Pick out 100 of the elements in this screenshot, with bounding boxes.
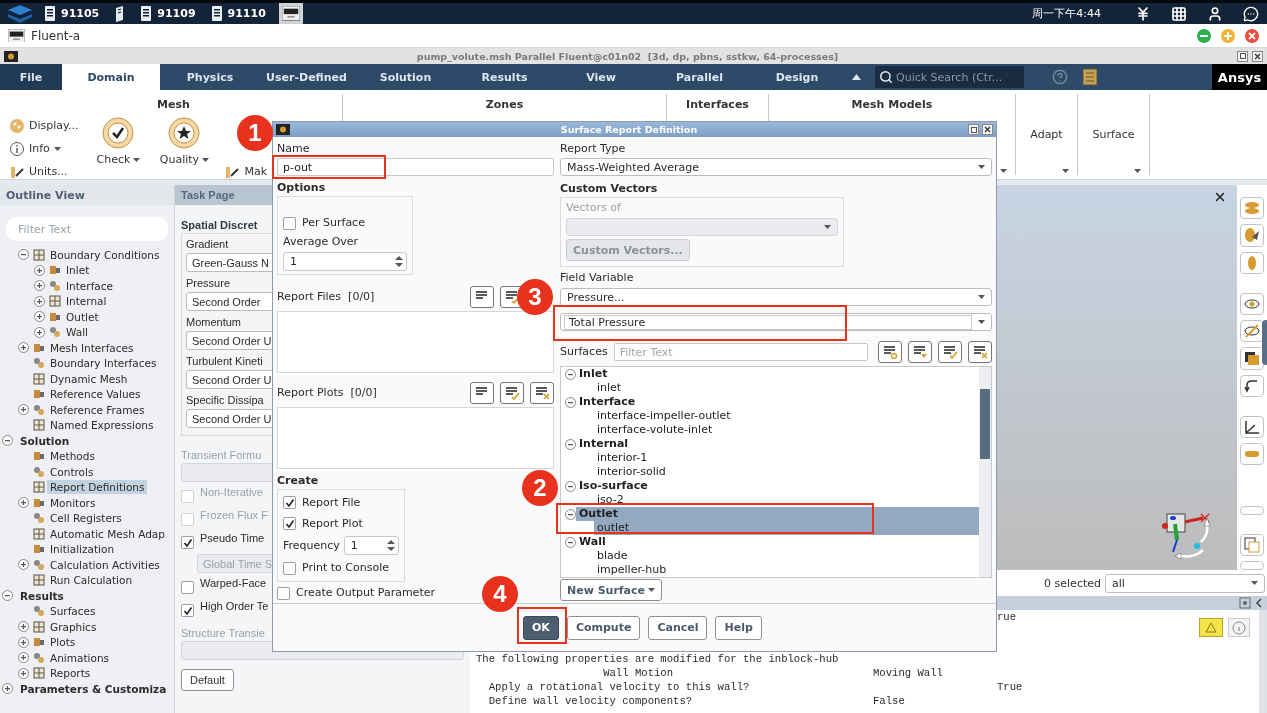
expand-icon[interactable]	[18, 636, 29, 648]
tree-item[interactable]: Reference Frames	[47, 402, 148, 417]
dropdown[interactable]: all	[1105, 573, 1265, 593]
tree-item[interactable]: Wall	[63, 325, 91, 340]
close-icon[interactable]	[1213, 190, 1227, 204]
checkbox[interactable]	[181, 536, 194, 549]
restore-button[interactable]	[1237, 50, 1248, 62]
toolbar-button[interactable]	[1240, 415, 1264, 438]
tree-item[interactable]: Solution	[17, 433, 73, 448]
spin-field[interactable]: 1	[343, 536, 399, 555]
tree-item[interactable]: Methods	[47, 449, 98, 464]
tree-item[interactable]: Animations	[47, 650, 112, 665]
list-action-button[interactable]	[938, 341, 962, 363]
chevron-left-icon[interactable]	[1255, 598, 1263, 608]
expand-icon[interactable]	[2, 683, 13, 695]
tree-item[interactable]: Report Definitions	[47, 480, 148, 495]
tree-item[interactable]: Run Calculation	[47, 573, 136, 588]
expand-icon[interactable]	[18, 404, 29, 416]
list-action-button[interactable]	[470, 286, 494, 308]
grid-icon[interactable]	[1171, 5, 1187, 22]
checkbox[interactable]	[283, 561, 296, 575]
taskbar-item[interactable]: 91109	[138, 3, 199, 24]
tree-item[interactable]: Mesh Interfaces	[47, 340, 137, 355]
ribbon-button[interactable]: Adapt	[1030, 128, 1063, 141]
name-field[interactable]: p-out	[277, 158, 554, 176]
dialog-button[interactable]: Compute	[566, 615, 641, 640]
tree-item[interactable]: Internal	[63, 294, 110, 309]
tree-item[interactable]: Initialization	[47, 542, 118, 557]
expand-icon[interactable]	[34, 295, 45, 307]
list-action-button[interactable]	[470, 382, 494, 404]
ribbon-button[interactable]: Quality	[158, 117, 211, 180]
taskbar-item[interactable]	[278, 3, 303, 24]
taskbar-item[interactable]: 91105	[42, 3, 103, 24]
search-field[interactable]: Quick Search (Ctr...	[875, 66, 1024, 88]
ribbon-button[interactable]: Display...	[9, 117, 79, 134]
expand-icon[interactable]	[34, 280, 45, 292]
surface-group[interactable]: Inlet	[576, 367, 979, 381]
tree-item[interactable]: Calculation Activities	[47, 557, 163, 572]
expand-icon[interactable]	[18, 667, 29, 679]
dialog-button[interactable]: OK	[523, 615, 559, 640]
gear-icon[interactable]	[1239, 597, 1251, 609]
checkbox[interactable]	[283, 496, 296, 509]
checkbox[interactable]	[283, 517, 296, 530]
surface-item[interactable]: interface-volute-inlet	[594, 423, 979, 437]
surface-group[interactable]: Internal	[576, 437, 979, 451]
ribbon-button[interactable]: Surface	[1092, 128, 1135, 141]
surface-group[interactable]: Iso-surface	[576, 479, 979, 493]
taskbar-item[interactable]: 91110	[208, 3, 269, 24]
tree-item[interactable]: Cell Registers	[47, 511, 125, 526]
ribbon-tab[interactable]: Solution	[353, 64, 458, 90]
toolbar-button[interactable]	[1240, 347, 1264, 370]
dropdown[interactable]: Total Pressure	[560, 313, 992, 331]
expand-icon[interactable]	[18, 559, 29, 571]
ribbon-tab[interactable]: File	[0, 64, 62, 90]
surface-item[interactable]: interior-solid	[594, 465, 979, 479]
list-action-button[interactable]	[530, 382, 554, 404]
expand-icon[interactable]	[34, 326, 45, 338]
expand-icon[interactable]	[18, 497, 29, 509]
list-action-button[interactable]	[908, 341, 932, 363]
dropdown[interactable]: Mass-Weighted Average	[560, 158, 992, 176]
ribbon-button[interactable]: Check	[92, 117, 145, 180]
collapse-icon[interactable]	[2, 590, 13, 602]
tree-item[interactable]: Plots	[47, 635, 79, 650]
tree-item[interactable]: Results	[17, 588, 67, 603]
tree-item[interactable]: Boundary Interfaces	[47, 356, 160, 371]
ribbon-button[interactable]: Info	[9, 140, 79, 157]
collapse-icon[interactable]	[565, 396, 576, 408]
tree-item[interactable]: Surfaces	[47, 604, 99, 619]
user-icon[interactable]	[1207, 5, 1223, 22]
ribbon-tab[interactable]: View	[551, 64, 651, 90]
expand-icon[interactable]	[34, 311, 45, 323]
toolbar-handle[interactable]	[1240, 506, 1264, 515]
tree-item[interactable]: Dynamic Mesh	[47, 371, 131, 386]
ribbon-tab[interactable]: Results	[458, 64, 551, 90]
surface-group[interactable]: Interface	[576, 395, 979, 409]
minimize-button[interactable]	[1197, 28, 1211, 43]
collapse-icon[interactable]	[565, 368, 576, 380]
default-button[interactable]: Default	[181, 669, 234, 691]
close-button[interactable]	[1252, 50, 1263, 62]
tree-item[interactable]: Controls	[47, 464, 97, 479]
scrollbar[interactable]	[979, 367, 991, 577]
surface-item[interactable]: interior-1	[594, 451, 979, 465]
list-action-button[interactable]	[500, 382, 524, 404]
surface-item[interactable]: impeller-hub	[594, 563, 979, 577]
checkbox[interactable]	[277, 586, 290, 600]
tree-item[interactable]: Interface	[63, 278, 116, 293]
launcher-logo-icon[interactable]	[8, 4, 32, 23]
surface-item[interactable]: inlet	[594, 381, 979, 395]
toolbar-button[interactable]	[1240, 374, 1264, 397]
tree-item[interactable]: Reference Values	[47, 387, 144, 402]
toolbar-button[interactable]	[1240, 292, 1264, 315]
ribbon-button[interactable]: Units...	[9, 163, 79, 180]
surface-group[interactable]: Wall	[576, 535, 979, 549]
notebook-icon[interactable]	[1082, 68, 1098, 86]
ribbon-tab[interactable]: User-Defined	[260, 64, 353, 90]
checkbox[interactable]	[181, 581, 194, 594]
dialog-button[interactable]: Cancel	[648, 615, 708, 640]
list-action-button[interactable]	[878, 341, 902, 363]
yen-icon[interactable]	[1135, 5, 1151, 22]
collapse-icon[interactable]	[565, 536, 576, 548]
